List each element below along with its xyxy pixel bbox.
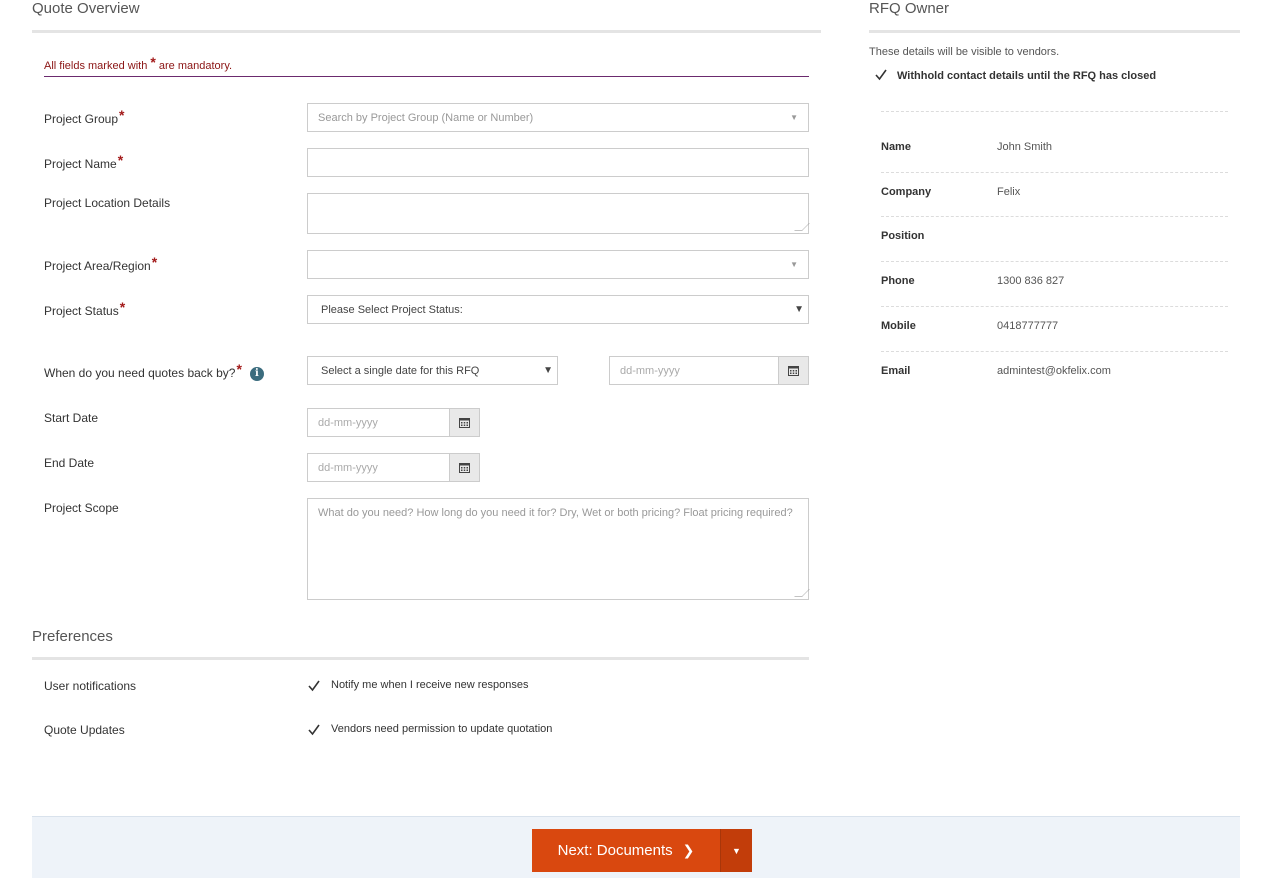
start-date-placeholder: dd-mm-yyyy <box>308 409 449 436</box>
next-documents-button[interactable]: Next: Documents ❯ <box>532 829 720 872</box>
project-location-label: Project Location Details <box>44 196 171 210</box>
rfq-owner-title: RFQ Owner <box>869 0 950 17</box>
chevron-right-icon: ❯ <box>682 842 695 858</box>
visibility-note: These details will be visible to vendors… <box>869 46 1060 58</box>
project-scope-label: Project Scope <box>44 501 119 515</box>
project-group-label-text: Project Group <box>44 112 119 126</box>
required-star: * <box>151 254 158 270</box>
quotes-back-mode-select[interactable]: Select a single date for this RFQ ▼ <box>307 356 558 385</box>
owner-email-label: Email <box>881 365 911 377</box>
project-status-selected: Please Select Project Status: <box>321 303 463 316</box>
withhold-checkbox-label[interactable]: Withhold contact details until the RFQ h… <box>897 70 1156 82</box>
owner-name-value: John Smith <box>997 141 1053 153</box>
project-area-label-text: Project Area/Region <box>44 259 151 273</box>
quotes-back-label-text: When do you need quotes back by? <box>44 366 236 380</box>
info-icon[interactable]: i <box>249 366 264 381</box>
start-date-label: Start Date <box>44 411 99 425</box>
caret-down-icon: ▼ <box>732 845 741 856</box>
vendor-permission-checkbox-label[interactable]: Vendors need permission to update quotat… <box>331 723 552 735</box>
mandatory-star: * <box>150 54 156 70</box>
chevron-down-icon: ▼ <box>794 304 804 315</box>
quotes-back-label: When do you need quotes back by?* i <box>44 361 264 381</box>
owner-company-value: Felix <box>997 186 1021 198</box>
rfq-owner-rule <box>869 30 1240 33</box>
calendar-icon[interactable] <box>778 357 808 384</box>
withhold-checkbox[interactable] <box>874 68 888 82</box>
project-status-select[interactable]: Please Select Project Status: ▼ <box>307 295 809 324</box>
calendar-icon[interactable] <box>449 454 479 481</box>
quotes-back-date-picker[interactable]: dd-mm-yyyy <box>609 356 809 385</box>
mandatory-suffix: are mandatory. <box>158 60 233 72</box>
project-name-input[interactable] <box>307 148 809 177</box>
owner-email-value: admintest@okfelix.com <box>997 365 1111 377</box>
project-location-textarea[interactable] <box>307 193 810 234</box>
mandatory-note: All fields marked with * are mandatory. <box>44 54 233 72</box>
project-area-select[interactable]: ▼ <box>307 250 809 279</box>
chevron-down-icon: ▼ <box>790 260 798 269</box>
user-notifications-label: User notifications <box>44 679 137 693</box>
owner-divider <box>881 351 1228 352</box>
project-name-label-text: Project Name <box>44 157 117 171</box>
required-star: * <box>119 299 126 315</box>
mandatory-note-text: All fields marked with <box>44 60 148 72</box>
owner-name-label: Name <box>881 141 911 153</box>
chevron-down-icon: ▼ <box>543 365 553 376</box>
required-star: * <box>236 361 242 377</box>
quote-overview-rule <box>32 30 821 33</box>
mandatory-divider <box>44 76 809 77</box>
next-documents-label: Next: Documents <box>557 842 673 859</box>
project-group-label: Project Group* <box>44 107 125 126</box>
owner-company-label: Company <box>881 186 932 198</box>
required-star: * <box>119 107 125 123</box>
project-group-select[interactable]: Search by Project Group (Name or Number)… <box>307 103 809 132</box>
quote-updates-label: Quote Updates <box>44 723 125 737</box>
calendar-icon[interactable] <box>449 409 479 436</box>
project-scope-placeholder: What do you need? How long do you need i… <box>318 507 793 519</box>
quote-overview-title: Quote Overview <box>32 0 140 17</box>
owner-divider <box>881 216 1228 217</box>
owner-mobile-label: Mobile <box>881 320 916 332</box>
notify-checkbox-label[interactable]: Notify me when I receive new responses <box>331 679 528 691</box>
project-area-label: Project Area/Region* <box>44 254 158 273</box>
preferences-title: Preferences <box>32 628 113 645</box>
owner-phone-value: 1300 836 827 <box>997 275 1065 287</box>
required-star: * <box>117 152 124 168</box>
owner-position-label: Position <box>881 230 925 242</box>
project-name-label: Project Name* <box>44 152 124 171</box>
start-date-picker[interactable]: dd-mm-yyyy <box>307 408 480 437</box>
project-group-placeholder: Search by Project Group (Name or Number) <box>318 111 534 124</box>
preferences-rule <box>32 657 809 660</box>
project-status-label: Project Status* <box>44 299 126 318</box>
end-date-placeholder: dd-mm-yyyy <box>308 454 449 481</box>
project-scope-textarea[interactable]: What do you need? How long do you need i… <box>307 498 810 600</box>
chevron-down-icon: ▼ <box>790 113 798 122</box>
owner-phone-label: Phone <box>881 275 915 287</box>
resize-handle-icon[interactable] <box>794 589 810 597</box>
project-status-label-text: Project Status <box>44 304 119 318</box>
quotes-back-mode-selected: Select a single date for this RFQ <box>321 364 480 377</box>
next-options-dropdown[interactable]: ▼ <box>720 829 752 872</box>
owner-mobile-value: 0418777777 <box>997 320 1059 332</box>
end-date-picker[interactable]: dd-mm-yyyy <box>307 453 480 482</box>
resize-handle-icon[interactable] <box>794 223 810 231</box>
end-date-label: End Date <box>44 456 95 470</box>
notify-checkbox[interactable] <box>307 679 321 693</box>
vendor-permission-checkbox[interactable] <box>307 723 321 737</box>
owner-divider <box>881 261 1228 262</box>
owner-divider <box>881 306 1228 307</box>
quotes-back-date-placeholder: dd-mm-yyyy <box>610 357 778 384</box>
owner-divider <box>881 111 1228 112</box>
owner-divider <box>881 172 1228 173</box>
